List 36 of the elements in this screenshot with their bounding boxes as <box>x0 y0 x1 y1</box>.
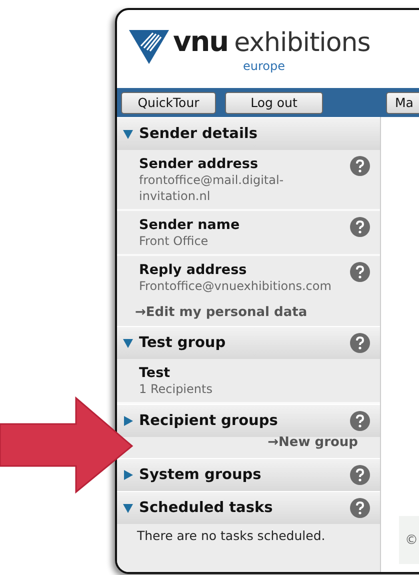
logo-region: europe <box>243 59 285 73</box>
section-header[interactable]: Scheduled tasks <box>117 491 380 524</box>
section-title: Test group <box>139 335 227 351</box>
toolbar-button[interactable]: Ma <box>386 92 419 114</box>
section-title: Scheduled tasks <box>139 500 274 516</box>
copyright-text: © <box>405 532 418 548</box>
field-label: Sender address <box>139 156 258 172</box>
field-value: frontoffice@mail.digital-invitation.nl <box>139 172 285 204</box>
section-title: System groups <box>139 467 262 483</box>
help-icon[interactable] <box>350 333 370 353</box>
field-value: Front Office <box>139 233 208 249</box>
logo-brand: vnu <box>173 26 228 58</box>
field-label: Sender name <box>139 217 240 233</box>
toolbar-button[interactable]: QuickTour <box>121 92 216 114</box>
logo-icon <box>129 30 169 64</box>
section-title: Sender details <box>139 126 259 142</box>
help-icon[interactable] <box>350 465 370 485</box>
section-header[interactable]: Test group <box>117 326 380 359</box>
help-icon[interactable] <box>350 411 370 431</box>
section-link[interactable]: →Edit my personal data <box>135 305 308 320</box>
field-label: Reply address <box>139 262 247 278</box>
toolbar-button[interactable]: Log out <box>225 92 323 114</box>
section-header[interactable]: System groups <box>117 458 380 491</box>
section-header[interactable]: Sender details <box>117 117 380 150</box>
field-label: Test <box>139 365 170 381</box>
section-link[interactable]: →New group <box>268 435 358 450</box>
empty-message: There are no tasks scheduled. <box>136 527 326 545</box>
help-icon[interactable] <box>350 156 370 176</box>
help-icon[interactable] <box>350 498 370 518</box>
section-header[interactable]: Recipient groups <box>117 404 380 437</box>
logo-name: exhibitions <box>234 27 370 59</box>
section-title: Recipient groups <box>139 413 279 429</box>
field-value: 1 Recipients <box>139 381 212 397</box>
field-value: Frontoffice@vnuexhibitions.com <box>139 278 332 294</box>
help-icon[interactable] <box>350 217 370 237</box>
help-icon[interactable] <box>350 262 370 282</box>
